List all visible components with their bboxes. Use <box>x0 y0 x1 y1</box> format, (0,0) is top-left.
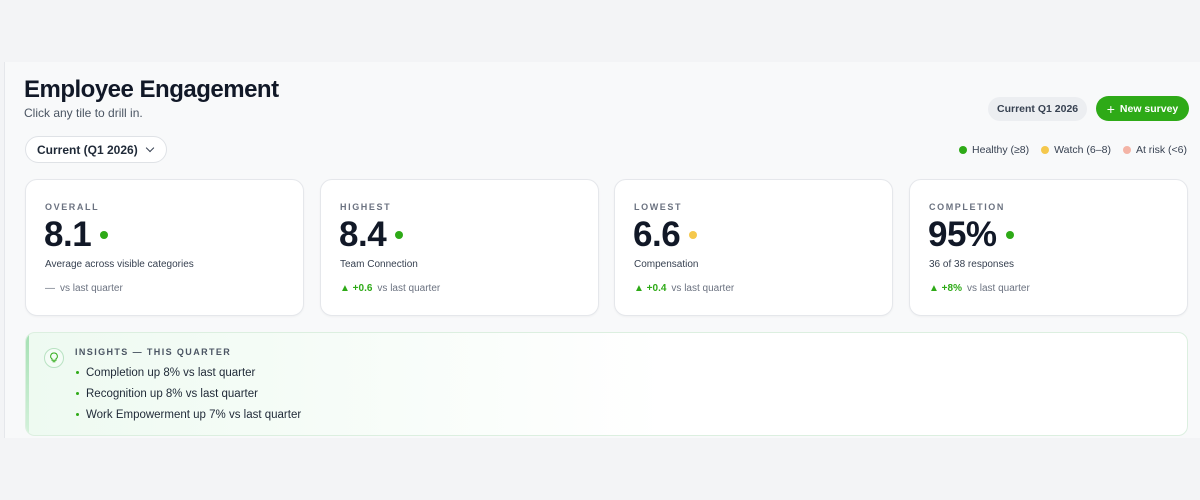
status-dot-icon <box>1005 231 1014 239</box>
page-subtitle: Click any tile to drill in. <box>24 106 143 120</box>
bullet-icon <box>76 413 79 416</box>
insights-accent-bar <box>26 333 29 435</box>
new-survey-button[interactable]: + New survey <box>1096 96 1189 121</box>
dashboard-panel: Employee Engagement Click any tile to dr… <box>4 62 1200 438</box>
legend-item-at-risk: At risk (<6) <box>1122 144 1187 156</box>
insights-panel: INSIGHTS — THIS QUARTER Completion up 8%… <box>25 332 1188 436</box>
status-dot-icon <box>395 231 404 239</box>
legend-item-watch: Watch (6–8) <box>1041 144 1111 156</box>
insights-heading: INSIGHTS — THIS QUARTER <box>75 347 232 357</box>
delta-value: ▲ +0.4 <box>634 283 667 294</box>
kpi-label: COMPLETION <box>929 202 1005 212</box>
kpi-delta: ▲ +8% vs last quarter <box>929 283 1030 294</box>
period-dropdown[interactable]: Current (Q1 2026) <box>25 136 167 163</box>
bullet-icon <box>76 371 79 374</box>
insight-text: Completion up 8% vs last quarter <box>86 366 256 379</box>
kpi-card-lowest[interactable]: LOWEST 6.6 Compensation ▲ +0.4 vs last q… <box>614 179 893 316</box>
status-dot-icon <box>100 231 109 239</box>
kpi-label: OVERALL <box>45 202 100 212</box>
kpi-card-highest[interactable]: HIGHEST 8.4 Team Connection ▲ +0.6 vs la… <box>320 179 599 316</box>
legend-label: Healthy (≥8) <box>972 144 1030 156</box>
chevron-down-icon <box>145 143 154 153</box>
delta-suffix: vs last quarter <box>671 283 735 294</box>
kpi-description: Average across visible categories <box>45 259 194 270</box>
kpi-description: Compensation <box>634 259 699 270</box>
status-dot-icon <box>689 231 698 239</box>
kpi-value: 6.6 <box>633 215 681 254</box>
insights-list: Completion up 8% vs last quarter Recogni… <box>76 362 301 425</box>
legend-label: At risk (<6) <box>1135 144 1187 156</box>
delta-suffix: vs last quarter <box>60 283 123 294</box>
kpi-value: 8.4 <box>339 215 387 254</box>
at-risk-dot-icon <box>1122 146 1131 154</box>
insight-text: Recognition up 8% vs last quarter <box>86 387 258 400</box>
kpi-value: 8.1 <box>44 215 92 254</box>
watch-dot-icon <box>1041 146 1050 154</box>
healthy-dot-icon <box>959 146 968 154</box>
plus-icon: + <box>1106 100 1115 117</box>
new-survey-label: New survey <box>1119 102 1179 115</box>
delta-value: — <box>45 283 55 294</box>
kpi-label: LOWEST <box>634 202 683 212</box>
page-title: Employee Engagement <box>24 76 279 103</box>
list-item: Recognition up 8% vs last quarter <box>76 383 301 404</box>
kpi-label: HIGHEST <box>340 202 392 212</box>
bullet-icon <box>76 392 79 395</box>
delta-value: ▲ +0.6 <box>340 283 373 294</box>
legend-label: Watch (6–8) <box>1054 144 1111 156</box>
kpi-delta: ▲ +0.6 vs last quarter <box>340 283 440 294</box>
list-item: Work Empowerment up 7% vs last quarter <box>76 404 301 425</box>
kpi-card-overall[interactable]: OVERALL 8.1 Average across visible categ… <box>25 179 304 316</box>
kpi-delta: ▲ +0.4 vs last quarter <box>634 283 734 294</box>
period-badge: Current Q1 2026 <box>988 97 1088 121</box>
status-legend: Healthy (≥8) Watch (6–8) At risk (<6) <box>959 144 1187 156</box>
kpi-card-completion[interactable]: COMPLETION 95% 36 of 38 responses ▲ +8% … <box>909 179 1188 316</box>
kpi-description: Team Connection <box>340 259 418 270</box>
delta-suffix: vs last quarter <box>377 283 441 294</box>
legend-item-healthy: Healthy (≥8) <box>959 144 1029 156</box>
kpi-description: 36 of 38 responses <box>929 259 1015 270</box>
insight-text: Work Empowerment up 7% vs last quarter <box>86 408 302 421</box>
period-dropdown-value: Current (Q1 2026) <box>37 142 138 157</box>
kpi-value: 95% <box>928 215 997 254</box>
delta-value: ▲ +8% <box>929 283 962 294</box>
list-item: Completion up 8% vs last quarter <box>76 362 301 383</box>
kpi-delta: — vs last quarter <box>45 283 123 294</box>
delta-suffix: vs last quarter <box>966 283 1030 294</box>
lightbulb-icon <box>44 348 64 368</box>
